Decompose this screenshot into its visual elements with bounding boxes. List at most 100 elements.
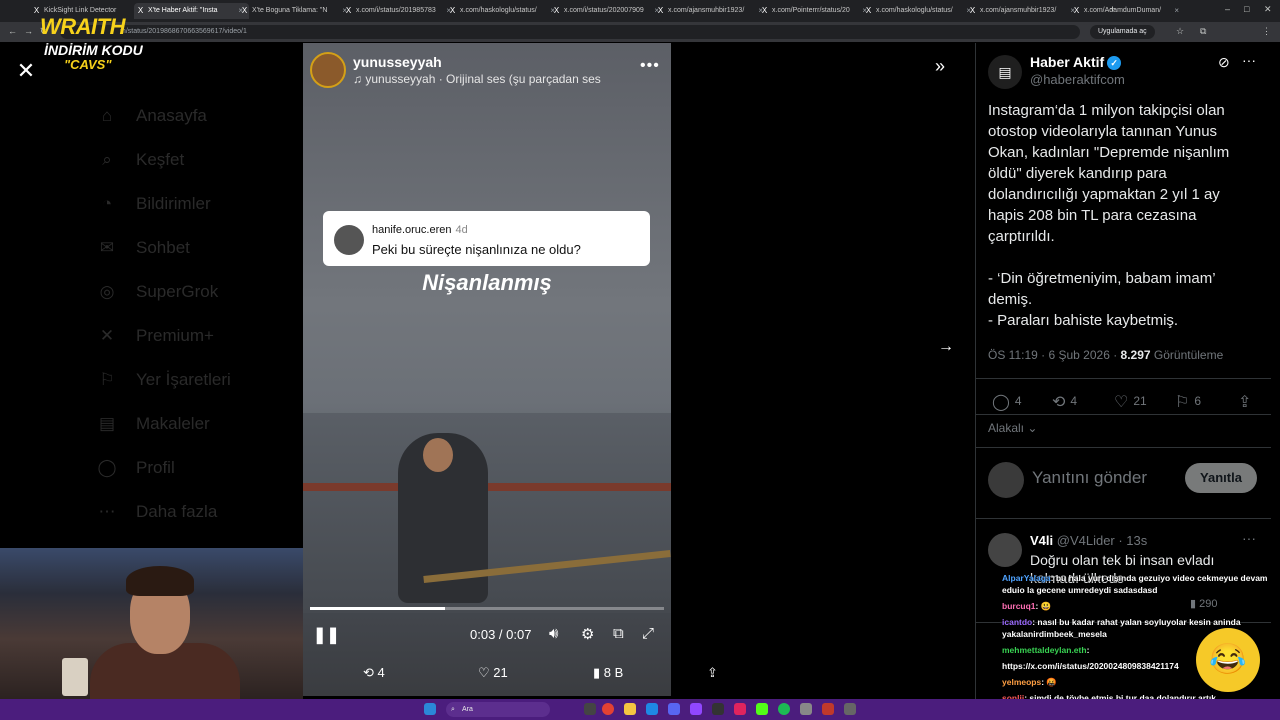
reply-author[interactable]: V4li @V4Lider · 13s [1030, 533, 1147, 548]
video-retweet-count: 4 [377, 665, 385, 680]
volume-icon[interactable]: 🔊︎ [549, 625, 558, 642]
fullscreen-icon[interactable]: ⤢ [642, 625, 654, 642]
sponsor-promo-label: İNDİRİM KODU [44, 42, 143, 58]
video-retweet-button[interactable]: ⟲ 4 [363, 665, 385, 681]
tab-label: x.com/haskologlu/status/ [460, 7, 537, 14]
author-handle[interactable]: @haberaktifcom [1030, 72, 1125, 87]
tweet-more-icon[interactable]: ··· [1242, 52, 1256, 68]
next-media-icon[interactable]: → [938, 338, 954, 356]
retweet-button[interactable]: ⟲ 4 [1052, 392, 1077, 412]
close-media-icon[interactable]: ✕ [14, 58, 38, 84]
browser-menu-icon[interactable]: ⋮ [1262, 26, 1271, 37]
collapse-panel-icon[interactable]: » [935, 56, 945, 77]
nav-icon: ◔ [101, 194, 113, 213]
like-count: 21 [1133, 394, 1147, 409]
new-tab-icon[interactable]: + [1110, 4, 1115, 14]
chat-text: https://x.com/i/status/20200248098384211… [1002, 661, 1179, 671]
forward-icon[interactable]: → [24, 26, 33, 36]
divider [975, 414, 1271, 415]
reply-more-icon[interactable]: ··· [1242, 530, 1256, 546]
spotify-icon[interactable] [778, 703, 790, 715]
browser-tab[interactable]: Xx.com/i/status/202007909 × [550, 3, 665, 19]
video-progress-bar[interactable] [310, 607, 664, 610]
video-like-button[interactable]: ♡ 21 [478, 665, 508, 681]
video-player[interactable] [303, 43, 671, 696]
author-name[interactable]: Haber Aktif ✓ [1030, 54, 1122, 71]
obs-icon[interactable] [712, 703, 724, 715]
nav-label: Sohbet [136, 238, 190, 257]
video-more-icon[interactable]: ••• [640, 57, 660, 75]
chrome-icon[interactable] [602, 703, 614, 715]
close-tab-icon[interactable]: × [1174, 3, 1179, 19]
video-views-button[interactable]: ▮ 8 B [593, 665, 623, 681]
twitch-icon[interactable] [690, 703, 702, 715]
bookmark-star-icon[interactable]: ☆ [1176, 26, 1184, 37]
app-icon[interactable] [734, 703, 746, 715]
verified-badge-icon: ✓ [1107, 56, 1122, 71]
reply-submit-button[interactable]: Yanıtla [1185, 463, 1257, 493]
related-label: Alakalı [988, 421, 1025, 435]
search-icon: ⌕ [451, 706, 455, 713]
tweet-meta: ÖS 11:19 · 6 Şub 2026 · 8.297 Görüntülem… [988, 348, 1223, 362]
browser-tab[interactable]: Xx.com/ajansmuhbir1923/× [966, 3, 1081, 19]
music-note-icon: ♫ [353, 72, 366, 86]
browser-tab[interactable]: Xx.com/haskologlu/status/× [446, 3, 561, 19]
reply-input[interactable]: Yanıtını gönder [1032, 468, 1147, 488]
chat-text: : [1086, 645, 1090, 655]
x-logo-icon: X [761, 6, 768, 15]
x-logo-icon: X [865, 6, 872, 15]
video-audio-label: ♫ yunusseyyah · Orijinal ses (şu parçada… [353, 72, 601, 86]
reply-button[interactable]: ◯ 4 [992, 392, 1022, 412]
start-icon[interactable] [424, 703, 436, 715]
author-avatar[interactable]: ▤ [988, 55, 1022, 89]
video-username[interactable]: yunusseyyah [353, 54, 442, 70]
nav-icon: ⌂ [101, 106, 113, 125]
browser-tab[interactable]: X X'te Haber Aktif: "Insta × [134, 3, 249, 19]
browser-tab[interactable]: X X'te Boguna Tiklama: "N × [238, 3, 353, 19]
discord-icon[interactable] [668, 703, 680, 715]
reply-author-handle: @V4Lider · 13s [1056, 533, 1148, 548]
comment-text: Peki bu süreçte nişanlınıza ne oldu? [372, 242, 581, 257]
x-logo-icon: X [657, 6, 664, 15]
open-in-app-button[interactable]: Uygulamada aç [1090, 25, 1155, 39]
reply-author-avatar[interactable] [988, 533, 1022, 567]
sponsor-promo-code: "CAVS" [64, 57, 112, 72]
file-explorer-icon[interactable] [624, 703, 636, 715]
kick-icon[interactable] [756, 703, 768, 715]
settings-app-icon[interactable] [800, 703, 812, 715]
nav-label: Daha fazla [136, 502, 218, 521]
extensions-icon[interactable]: ⧉ [1200, 26, 1206, 37]
chevron-down-icon: ⌄ [1024, 421, 1038, 435]
streamer-hair [126, 566, 194, 596]
task-view-icon[interactable] [584, 703, 596, 715]
share-button[interactable]: ⇪ [1238, 392, 1256, 412]
browser-tab[interactable]: Xx.com/Pointerrr/status/20 × [758, 3, 873, 19]
tab-label: X'te Boguna Tiklama: "N [252, 7, 328, 14]
browser-tab[interactable]: Xx.com/AdamdumDuman/ × [1070, 3, 1185, 19]
video-caption: Nişanlanmış [422, 270, 552, 295]
related-dropdown[interactable]: Alakalı ⌄ [988, 421, 1037, 435]
video-user-avatar[interactable] [310, 52, 346, 88]
browser-tab[interactable]: Xx.com/ajansmuhbir1923/× [654, 3, 769, 19]
url-field[interactable]: m/status/2019868670663569617/video/1 [60, 25, 1080, 39]
back-icon[interactable]: ← [8, 26, 17, 36]
close-window-icon[interactable]: ✕ [1264, 4, 1272, 15]
pause-icon[interactable]: ❚❚ [313, 625, 340, 645]
maximize-icon[interactable]: □ [1244, 4, 1249, 14]
app-icon-3[interactable] [844, 703, 856, 715]
browser-tab[interactable]: Xx.com/haskologlu/status/× [862, 3, 977, 19]
like-button[interactable]: ♡ 21 [1114, 392, 1147, 412]
nav-label: Anasayfa [136, 106, 207, 125]
pip-icon[interactable]: ⧉ [613, 625, 624, 642]
share-icon[interactable]: ⇪ [707, 665, 718, 681]
bookmark-button[interactable]: ⚐ 6 [1175, 392, 1201, 412]
grok-icon[interactable]: ⊘ [1218, 54, 1230, 71]
edge-icon[interactable] [646, 703, 658, 715]
browser-tab[interactable]: Xx.com/i/status/201985783 × [342, 3, 457, 19]
minimize-icon[interactable]: – [1225, 4, 1230, 14]
chart-bars-icon: ▮ [593, 665, 604, 680]
app-icon-2[interactable] [822, 703, 834, 715]
nav-label: Profil [136, 458, 175, 477]
taskbar-search[interactable]: ⌕ Ara [446, 702, 550, 717]
settings-icon[interactable]: ⚙ [581, 625, 594, 643]
